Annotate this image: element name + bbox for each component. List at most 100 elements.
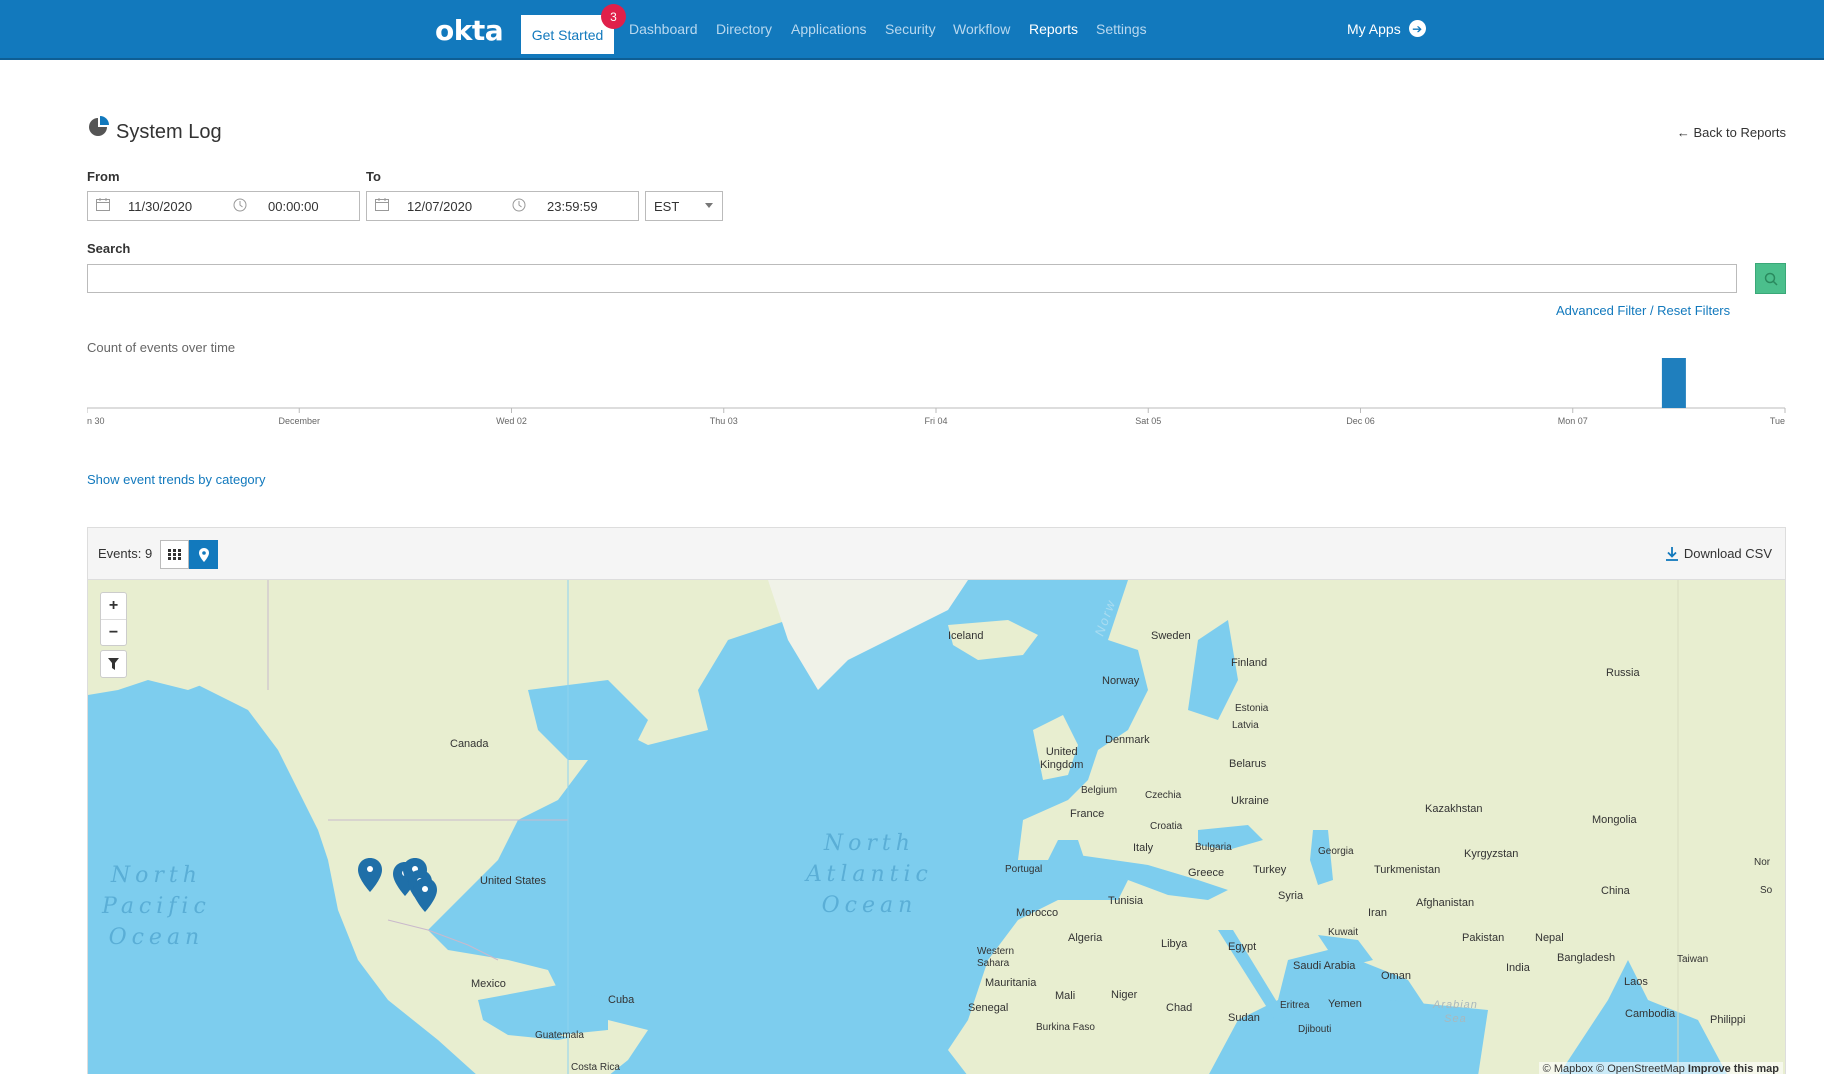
- map-label: Laos: [1624, 976, 1648, 988]
- map-label: Pakistan: [1462, 932, 1505, 944]
- chart-x-tick-label: Dec 06: [1346, 416, 1375, 426]
- nav-item-workflow[interactable]: Workflow: [953, 21, 1010, 37]
- land-great-lakes: [558, 805, 598, 830]
- map-label: India: [1506, 962, 1530, 974]
- map-label: Oman: [1381, 970, 1411, 982]
- ocean-label: North Atlantic Ocean: [806, 831, 933, 918]
- map-label: Kyrgyzstan: [1464, 848, 1519, 860]
- search-input[interactable]: [87, 264, 1737, 293]
- map-label: Eritrea: [1280, 1000, 1310, 1011]
- map-label: Chad: [1166, 1002, 1193, 1014]
- map-label: Nor: [1754, 857, 1771, 868]
- grid-view-button[interactable]: [160, 540, 189, 569]
- chart-x-tick-label: Thu 03: [710, 416, 738, 426]
- events-map[interactable]: + − Canada United States Mexico Cuba Gua…: [88, 580, 1785, 1074]
- to-datetime-field[interactable]: 12/07/2020 23:59:59: [366, 191, 639, 221]
- map-label: Egypt: [1228, 941, 1257, 953]
- chart-title: Count of events over time: [87, 340, 236, 355]
- to-label: To: [366, 169, 381, 184]
- search-button[interactable]: [1755, 263, 1786, 294]
- map-label: Canada: [450, 738, 489, 750]
- clock-icon: [233, 198, 247, 215]
- map-label: Arabian Sea: [1433, 999, 1478, 1025]
- map-filter-control: [100, 650, 127, 678]
- from-datetime-field[interactable]: 11/30/2020 00:00:00: [87, 191, 360, 221]
- show-event-trends-link[interactable]: Show event trends by category: [87, 472, 266, 487]
- map-label: Turkey: [1253, 864, 1287, 876]
- map-label: Belarus: [1229, 758, 1267, 770]
- map-label: Afghanistan: [1416, 897, 1475, 909]
- to-date-input[interactable]: 12/07/2020: [407, 199, 507, 214]
- nav-item-dashboard[interactable]: Dashboard: [629, 21, 698, 37]
- zoom-in-button[interactable]: +: [101, 593, 126, 619]
- map-filter-button[interactable]: [101, 651, 126, 677]
- map-label: Sweden: [1151, 630, 1191, 642]
- nav-item-applications[interactable]: Applications: [791, 21, 867, 37]
- map-label: Djibouti: [1298, 1024, 1332, 1035]
- timezone-value: EST: [654, 198, 680, 214]
- map-pin-icon: [198, 547, 209, 562]
- calendar-icon: [375, 198, 389, 214]
- nav-item-settings[interactable]: Settings: [1096, 21, 1147, 37]
- search-label: Search: [87, 241, 131, 256]
- map-label: Latvia: [1232, 720, 1259, 731]
- nav-item-directory[interactable]: Directory: [716, 21, 772, 37]
- chart-x-tick-label: Sat 05: [1135, 416, 1161, 426]
- events-over-time-chart: n 30 December Wed 02 Thu 03 Fri 04 Sat 05 Dec …: [87, 358, 1786, 426]
- map-label: Turkmenistan: [1374, 864, 1441, 876]
- my-apps-link[interactable]: My Apps ➔: [1347, 20, 1426, 37]
- map-label: Western Sahara: [977, 946, 1015, 969]
- get-started-button[interactable]: Get Started: [521, 15, 614, 54]
- advanced-filter-link[interactable]: Advanced Filter: [1556, 303, 1646, 318]
- map-label: Saudi Arabia: [1293, 960, 1356, 972]
- reset-filters-link[interactable]: Reset Filters: [1657, 303, 1730, 318]
- events-toolbar: Events: 9 Download CSV: [88, 528, 1785, 580]
- map-label: Italy: [1133, 842, 1154, 854]
- map-label: Nepal: [1535, 932, 1564, 944]
- map-label: Libya: [1161, 938, 1188, 950]
- chart-x-tick-label: Fri 04: [924, 416, 947, 426]
- map-label: Niger: [1111, 989, 1138, 1001]
- events-panel: Events: 9 Download CSV + − Canada United…: [87, 527, 1786, 1074]
- map-label: Iran: [1368, 907, 1387, 919]
- map-label: Cambodia: [1625, 1008, 1676, 1020]
- map-label: Belgium: [1081, 785, 1118, 796]
- improve-map-link[interactable]: Improve this map: [1688, 1063, 1779, 1074]
- chart-bar[interactable]: [1661, 358, 1686, 408]
- timezone-select[interactable]: EST: [645, 191, 723, 221]
- pie-chart-icon: [89, 116, 109, 136]
- map-label: Portugal: [1005, 864, 1043, 875]
- download-csv-button[interactable]: Download CSV: [1665, 546, 1772, 561]
- chart-x-tick-label: Tue: [1770, 416, 1785, 426]
- map-view-button[interactable]: [189, 540, 218, 569]
- okta-logo[interactable]: okta: [435, 14, 504, 47]
- map-label: Estonia: [1235, 703, 1269, 714]
- map-label: Burkina Faso: [1036, 1022, 1095, 1033]
- from-time-input[interactable]: 00:00:00: [268, 199, 319, 214]
- clock-icon: [512, 198, 526, 215]
- map-label: Bangladesh: [1557, 952, 1616, 964]
- map-label: China: [1601, 885, 1630, 897]
- from-date-input[interactable]: 11/30/2020: [128, 199, 228, 214]
- map-label: Senegal: [968, 1002, 1009, 1014]
- back-to-reports-link[interactable]: ← Back to Reports: [1677, 125, 1786, 140]
- map-label: Mali: [1055, 990, 1076, 1002]
- zoom-out-button[interactable]: −: [101, 619, 126, 645]
- top-nav: okta Get Started 3 Dashboard Directory A…: [0, 0, 1824, 60]
- world-map: [88, 580, 1785, 1074]
- search-icon: [1764, 272, 1778, 286]
- nav-item-reports[interactable]: Reports: [1029, 21, 1078, 37]
- map-label: Bulgaria: [1195, 842, 1232, 853]
- land-greenland: [768, 580, 968, 690]
- mapbox-credit-link[interactable]: © Mapbox: [1543, 1063, 1593, 1074]
- nav-item-security[interactable]: Security: [885, 21, 936, 37]
- map-label: Philippi: [1710, 1014, 1746, 1026]
- arrow-right-circle-icon: ➔: [1408, 20, 1426, 37]
- map-label: Croatia: [1150, 821, 1183, 832]
- map-attribution: © Mapbox © OpenStreetMap Improve this ma…: [1538, 1062, 1783, 1074]
- map-label: France: [1070, 808, 1105, 820]
- map-label: Algeria: [1068, 932, 1103, 944]
- to-time-input[interactable]: 23:59:59: [547, 199, 598, 214]
- osm-credit-link[interactable]: © OpenStreetMap: [1596, 1063, 1685, 1074]
- map-label: Guatemala: [535, 1030, 584, 1041]
